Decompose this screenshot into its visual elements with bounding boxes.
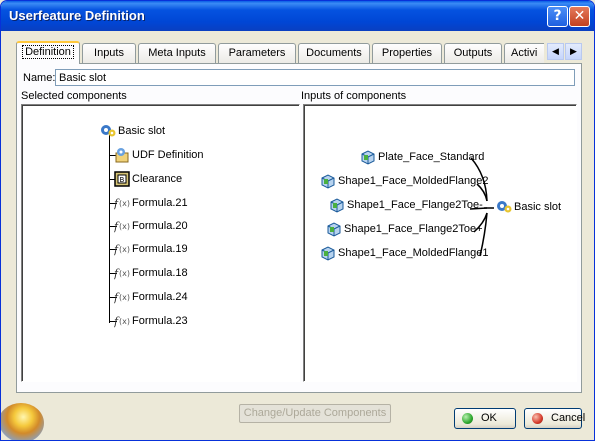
- tab-scroll-left-button[interactable]: ◀: [547, 43, 564, 60]
- input-node-label: Plate_Face_Standard: [378, 150, 485, 163]
- svg-text:(x): (x): [119, 317, 130, 326]
- catia-logo: [1, 403, 44, 440]
- face-icon: [321, 174, 335, 189]
- tree-node-formula[interactable]: f (x) Formula.23: [114, 313, 188, 329]
- face-icon: [361, 150, 375, 165]
- cancel-icon: [532, 413, 543, 424]
- tab-definition[interactable]: Definition: [16, 41, 80, 64]
- input-node-label: Shape1_Face_MoldedFlange2: [338, 174, 489, 187]
- change-update-components-button[interactable]: Change/Update Components: [239, 404, 391, 423]
- target-node-basic-slot[interactable]: Basic slot: [496, 199, 561, 215]
- input-node-flange2-toe-plus[interactable]: Shape1_Face_Flange2Toe+: [326, 221, 483, 237]
- formula-icon: f (x): [114, 197, 130, 210]
- tree-node-formula[interactable]: f (x) Formula.18: [114, 265, 188, 281]
- input-node-molded-flange1[interactable]: Shape1_Face_MoldedFlange1: [320, 245, 488, 261]
- face-icon: [330, 198, 344, 213]
- input-node-label: Shape1_Face_Flange2Toe+: [344, 222, 483, 235]
- svg-text:B: B: [120, 176, 125, 184]
- tab-properties[interactable]: Properties: [372, 43, 442, 63]
- name-label: Name:: [23, 72, 56, 84]
- tree-node-formula[interactable]: f (x) Formula.19: [114, 241, 188, 257]
- tab-parameters[interactable]: Parameters: [218, 43, 296, 63]
- input-node-molded-flange2[interactable]: Shape1_Face_MoldedFlange2: [320, 173, 488, 189]
- tree-node-root[interactable]: Basic slot: [100, 123, 165, 139]
- formula-icon: f (x): [114, 243, 130, 256]
- svg-text:(x): (x): [119, 269, 130, 278]
- input-node-flange2-toe-minus[interactable]: Shape1_Face_Flange2Toe-: [329, 197, 483, 213]
- tree-node-udf-definition[interactable]: UDF Definition: [114, 147, 204, 163]
- tree-node-clearance[interactable]: B Clearance: [114, 171, 182, 187]
- tab-strip: Definition Inputs Meta Inputs Parameters…: [16, 41, 544, 64]
- tree-node-label: Formula.18: [132, 266, 188, 279]
- ok-label: OK: [481, 412, 497, 424]
- help-button[interactable]: ?: [547, 6, 568, 27]
- svg-text:(x): (x): [119, 293, 130, 302]
- formula-icon: f (x): [114, 267, 130, 280]
- face-icon: [327, 222, 341, 237]
- selected-components-label: Selected components: [21, 90, 127, 102]
- input-connectors: [469, 157, 494, 257]
- gear-icon: [101, 125, 116, 137]
- tree-node-formula[interactable]: f (x) Formula.24: [114, 289, 188, 305]
- tree-node-label: Formula.23: [132, 314, 188, 327]
- tree-node-formula[interactable]: f (x) Formula.21: [114, 195, 188, 211]
- tab-label: Definition: [22, 45, 74, 59]
- title-bar[interactable]: Userfeature Definition ? ✕: [1, 1, 594, 31]
- formula-icon: f (x): [114, 220, 130, 233]
- tree-node-label: Formula.24: [132, 290, 188, 303]
- tree-node-label: Formula.20: [132, 219, 188, 232]
- tab-meta-inputs[interactable]: Meta Inputs: [138, 43, 216, 63]
- close-button[interactable]: ✕: [569, 6, 590, 27]
- input-node-label: Shape1_Face_Flange2Toe-: [347, 198, 483, 211]
- tab-outputs[interactable]: Outputs: [444, 43, 502, 63]
- window-title: Userfeature Definition: [9, 8, 145, 23]
- tree-node-label: Formula.19: [132, 242, 188, 255]
- ok-icon: [462, 413, 473, 424]
- parameter-set-icon: B: [114, 171, 130, 187]
- face-icon: [321, 246, 335, 261]
- gear-icon: [497, 201, 512, 213]
- tree-trunk-line: [109, 131, 110, 323]
- name-input[interactable]: [55, 69, 575, 86]
- input-node-label: Shape1_Face_MoldedFlange1: [338, 246, 489, 259]
- selected-components-tree[interactable]: Basic slot UDF Definition B Clearance f (x…: [21, 104, 300, 382]
- cancel-button[interactable]: Cancel: [524, 408, 586, 429]
- tree-node-label: UDF Definition: [132, 148, 204, 161]
- tab-scroll-right-button[interactable]: ▶: [565, 43, 582, 60]
- definition-panel: Name: Selected components Inputs of comp…: [16, 63, 582, 423]
- cancel-label: Cancel: [551, 412, 586, 424]
- svg-text:(x): (x): [119, 199, 130, 208]
- dialog-window: Userfeature Definition ? ✕ Definition In…: [0, 0, 595, 441]
- udf-definition-icon: [115, 148, 129, 163]
- tree-node-label: Clearance: [132, 172, 183, 185]
- tree-node-formula[interactable]: f (x) Formula.20: [114, 218, 188, 234]
- dialog-body: Definition Inputs Meta Inputs Parameters…: [1, 31, 593, 440]
- svg-text:(x): (x): [119, 245, 130, 254]
- svg-text:(x): (x): [119, 222, 130, 231]
- tab-activity[interactable]: Activi: [504, 43, 544, 63]
- tree-node-label: Formula.21: [132, 196, 188, 209]
- formula-icon: f (x): [114, 315, 130, 328]
- formula-icon: f (x): [114, 291, 130, 304]
- inputs-of-components-graph[interactable]: Plate_Face_Standard Shape1_Face_MoldedFl…: [303, 104, 577, 382]
- tab-inputs[interactable]: Inputs: [82, 43, 136, 63]
- target-node-label: Basic slot: [514, 200, 562, 213]
- tree-node-label: Basic slot: [118, 124, 166, 137]
- input-node-plate-face-standard[interactable]: Plate_Face_Standard: [360, 149, 484, 165]
- tab-documents[interactable]: Documents: [298, 43, 370, 63]
- inputs-of-components-label: Inputs of components: [301, 90, 407, 102]
- ok-button[interactable]: OK: [454, 408, 516, 429]
